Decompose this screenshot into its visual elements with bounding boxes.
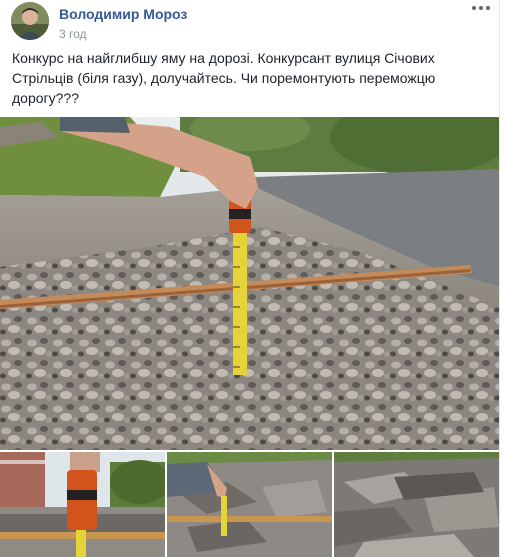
facebook-post: Володимир Мороз 3 год Конкурс на найглиб… (0, 0, 505, 557)
post-text: Конкурс на найглибшу яму на дорозі. Конк… (12, 50, 436, 106)
thumbnail-image-1 (0, 452, 165, 557)
main-photo[interactable] (0, 117, 499, 450)
thumbnail-photo-2[interactable] (167, 452, 332, 557)
scroll-edge (499, 0, 505, 557)
author-avatar[interactable] (11, 2, 49, 40)
avatar-image (11, 2, 49, 40)
dot-icon (479, 6, 483, 10)
thumbnail-image-3 (334, 452, 499, 557)
dot-icon (486, 6, 490, 10)
thumbnail-photo-1[interactable] (0, 452, 165, 557)
dot-icon (472, 6, 476, 10)
author-name-link[interactable]: Володимир Мороз (59, 6, 187, 22)
thumbnail-photo-3[interactable] (334, 452, 499, 557)
thumbnail-image-2 (167, 452, 332, 557)
post-timestamp[interactable]: 3 год (59, 27, 87, 41)
more-options-icon[interactable] (471, 0, 491, 16)
pothole-photo-image (0, 117, 499, 450)
